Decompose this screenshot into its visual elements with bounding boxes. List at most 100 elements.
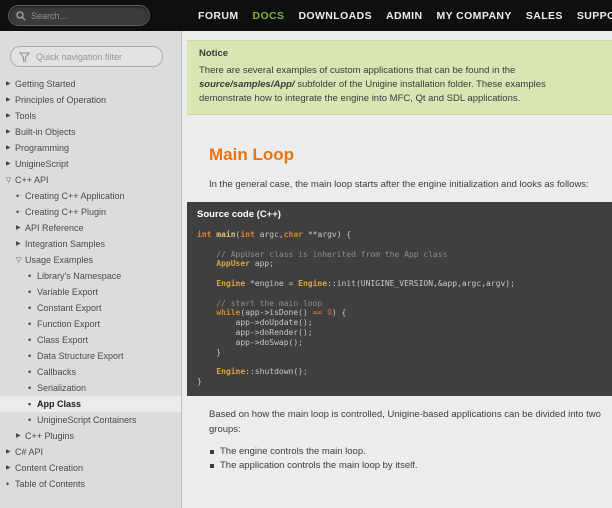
groups-list: The engine controls the main loop. The ap…	[210, 445, 612, 473]
bullet-icon: •	[28, 398, 32, 409]
sidebar-item-label: Programming	[15, 143, 70, 153]
sidebar-item-function-export[interactable]: • Function Export	[0, 316, 181, 332]
quick-filter-input[interactable]	[36, 51, 151, 62]
sidebar-item-label: UnigineScript Containers	[37, 415, 137, 425]
bullet-icon: •	[6, 478, 10, 489]
list-item: The application controls the main loop b…	[210, 459, 612, 473]
bullet-icon: •	[28, 302, 32, 313]
docs-page: FORUM DOCS DOWNLOADS ADMIN MY COMPANY SALES SU…	[0, 0, 612, 508]
sidebar-item-label: Content Creation	[15, 463, 84, 473]
top-navigation: FORUM DOCS DOWNLOADS ADMIN MY COMPANY SALES SU…	[198, 10, 612, 22]
sidebar-item-built-in-objects[interactable]: ▶ Built-in Objects	[0, 124, 181, 140]
sidebar-item-uniginescript-containers[interactable]: • UnigineScript Containers	[0, 412, 181, 428]
sidebar-item-c-plugins[interactable]: ▶ C++ Plugins	[0, 428, 181, 444]
sidebar-item-serialization[interactable]: • Serialization	[0, 380, 181, 396]
sidebar-item-creating-c-plugin[interactable]: • Creating C++ Plugin	[0, 204, 181, 220]
bullet-icon: •	[16, 206, 20, 217]
sidebar-item-api-reference[interactable]: ▶ API Reference	[0, 220, 181, 236]
code-line: app->doSwap();	[197, 337, 303, 347]
intro-paragraph: In the general case, the main loop start…	[209, 179, 589, 190]
code-line: AppUser app;	[216, 259, 275, 269]
sidebar-item-programming[interactable]: ▶ Programming	[0, 140, 181, 156]
code-block: Source code (C++) int main(int argc,char…	[187, 202, 612, 396]
quick-filter-box[interactable]	[10, 46, 163, 67]
list-item: The engine controls the main loop.	[210, 445, 612, 459]
topnav-item-admin[interactable]: ADMIN	[386, 10, 422, 22]
sidebar-item-label: C++ Plugins	[25, 431, 75, 441]
main-content: Notice There are several examples of cus…	[182, 31, 612, 508]
triangle-right-icon: ▶	[6, 97, 11, 103]
sidebar: ▶ Getting Started ▶ Principles of Operation…	[0, 31, 182, 508]
triangle-right-icon: ▶	[16, 241, 21, 247]
sidebar-item-c-api[interactable]: ▶ C# API	[0, 444, 181, 460]
topnav-item-sales[interactable]: SALES	[526, 10, 563, 22]
bullet-icon: •	[28, 334, 32, 345]
body-wrap: ▶ Getting Started ▶ Principles of Operation…	[0, 31, 612, 508]
triangle-right-icon: ▶	[16, 225, 21, 231]
sidebar-item-constant-export[interactable]: • Constant Export	[0, 300, 181, 316]
sidebar-item-label: C++ API	[15, 175, 49, 185]
sidebar-item-creating-c-application[interactable]: • Creating C++ Application	[0, 188, 181, 204]
triangle-right-icon: ▶	[16, 433, 21, 439]
bullet-icon: •	[28, 270, 32, 281]
bullet-icon: •	[28, 318, 32, 329]
triangle-right-icon: ▶	[6, 81, 11, 87]
code-line: while(app->isDone() == 0) {	[216, 308, 347, 318]
sidebar-item-c-api[interactable]: ▽ C++ API	[0, 172, 181, 188]
code-line: app->doRender();	[197, 327, 313, 337]
sidebar-item-label: Usage Examples	[25, 255, 94, 265]
triangle-right-icon: ▶	[6, 145, 11, 151]
topnav-item-downloads[interactable]: DOWNLOADS	[298, 10, 372, 22]
search-icon	[16, 10, 26, 21]
sidebar-item-data-structure-export[interactable]: • Data Structure Export	[0, 348, 181, 364]
code-block-header: Source code (C++)	[197, 209, 281, 220]
sidebar-item-variable-export[interactable]: • Variable Export	[0, 284, 181, 300]
filter-funnel-icon	[19, 52, 30, 61]
sidebar-item-app-class[interactable]: • App Class	[0, 396, 181, 412]
bullet-icon: •	[28, 350, 32, 361]
search-input[interactable]	[31, 10, 149, 21]
sidebar-item-label: Data Structure Export	[37, 351, 124, 361]
sidebar-item-tools[interactable]: ▶ Tools	[0, 108, 181, 124]
sidebar-item-usage-examples[interactable]: ▽ Usage Examples	[0, 252, 181, 268]
triangle-right-icon: ▶	[6, 113, 11, 119]
code-line: // AppUser class is inherited from the A…	[197, 249, 448, 259]
sidebar-item-label: Tools	[15, 111, 37, 121]
sidebar-item-getting-started[interactable]: ▶ Getting Started	[0, 76, 181, 92]
sidebar-item-table-of-contents[interactable]: • Table of Contents	[0, 476, 181, 492]
navigation-tree: ▶ Getting Started ▶ Principles of Operation…	[0, 76, 181, 492]
sidebar-item-label: Library's Namespace	[37, 271, 122, 281]
triangle-right-icon: ▶	[6, 161, 11, 167]
sidebar-item-label: Serialization	[37, 383, 87, 393]
sidebar-item-principles-of-operation[interactable]: ▶ Principles of Operation	[0, 92, 181, 108]
topnav-item-my-company[interactable]: MY COMPANY	[436, 10, 511, 22]
code-line: // start the main loop	[197, 298, 323, 308]
sidebar-item-library-s-namespace[interactable]: • Library's Namespace	[0, 268, 181, 284]
bullet-icon: •	[28, 286, 32, 297]
topnav-item-support[interactable]: SUPPORT	[577, 10, 612, 22]
sidebar-item-callbacks[interactable]: • Callbacks	[0, 364, 181, 380]
bullet-icon: •	[28, 414, 32, 425]
code-line: Engine *engine = Engine::init(UNIGINE_VE…	[216, 278, 515, 288]
sidebar-item-label: Function Export	[37, 319, 101, 329]
code-line: }	[197, 376, 202, 386]
code-line: Engine::shutdown();	[216, 367, 308, 377]
sidebar-item-content-creation[interactable]: ▶ Content Creation	[0, 460, 181, 476]
search-box[interactable]	[8, 5, 150, 26]
sidebar-item-uniginescript[interactable]: ▶ UnigineScript	[0, 156, 181, 172]
sidebar-item-label: Callbacks	[37, 367, 77, 377]
sidebar-item-label: Built-in Objects	[15, 127, 76, 137]
notice-path: source/samples/App/	[199, 79, 295, 90]
sidebar-item-integration-samples[interactable]: ▶ Integration Samples	[0, 236, 181, 252]
sidebar-item-class-export[interactable]: • Class Export	[0, 332, 181, 348]
bullet-icon: •	[28, 366, 32, 377]
sidebar-item-label: Constant Export	[37, 303, 102, 313]
code-line: }	[197, 347, 222, 357]
topnav-item-forum[interactable]: FORUM	[198, 10, 239, 22]
topnav-item-docs[interactable]: DOCS	[253, 10, 285, 22]
sidebar-item-label: API Reference	[25, 223, 84, 233]
